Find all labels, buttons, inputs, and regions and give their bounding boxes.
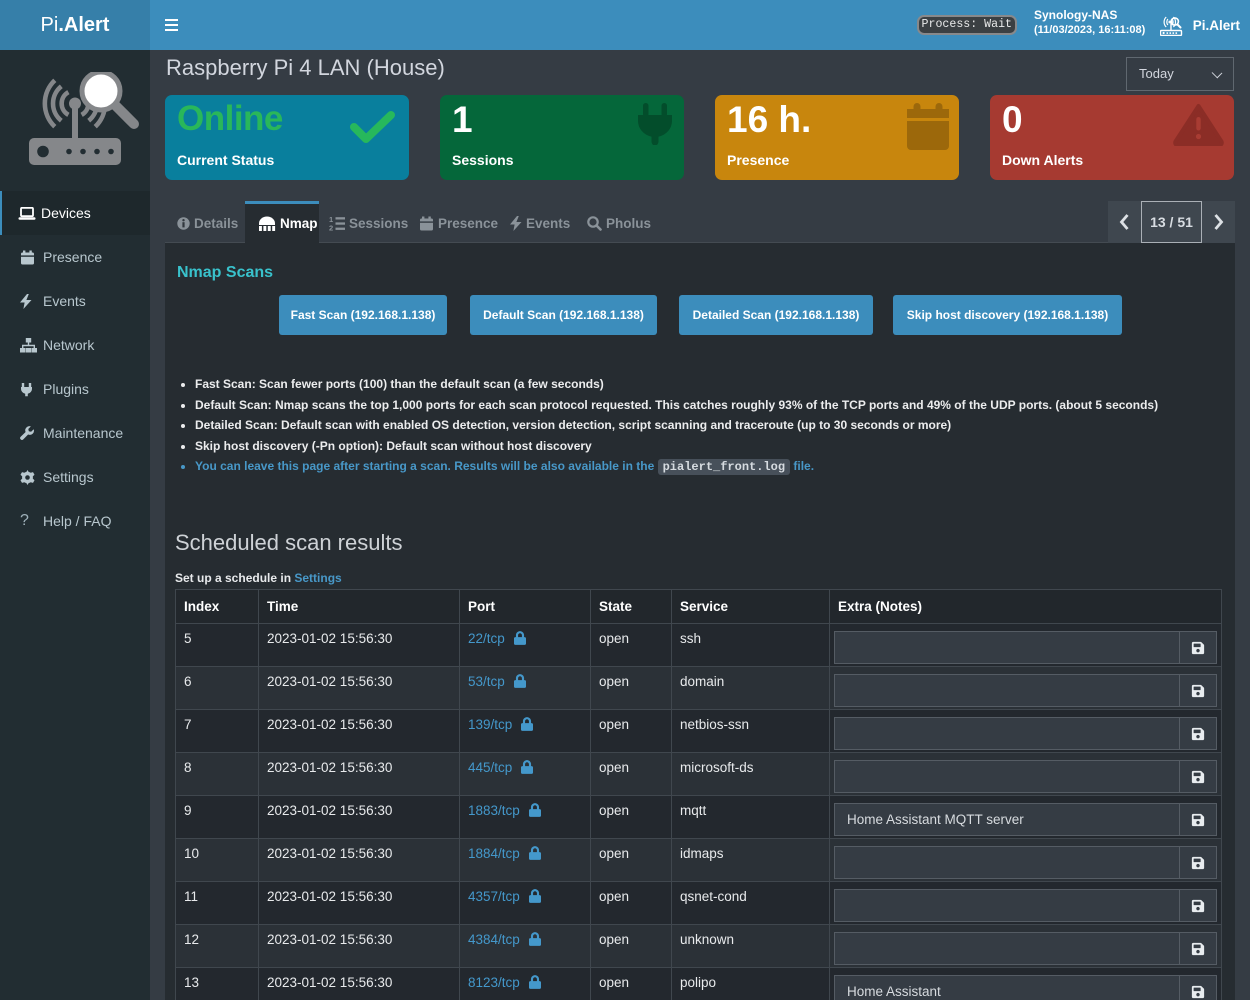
- svg-text:2: 2: [329, 224, 333, 232]
